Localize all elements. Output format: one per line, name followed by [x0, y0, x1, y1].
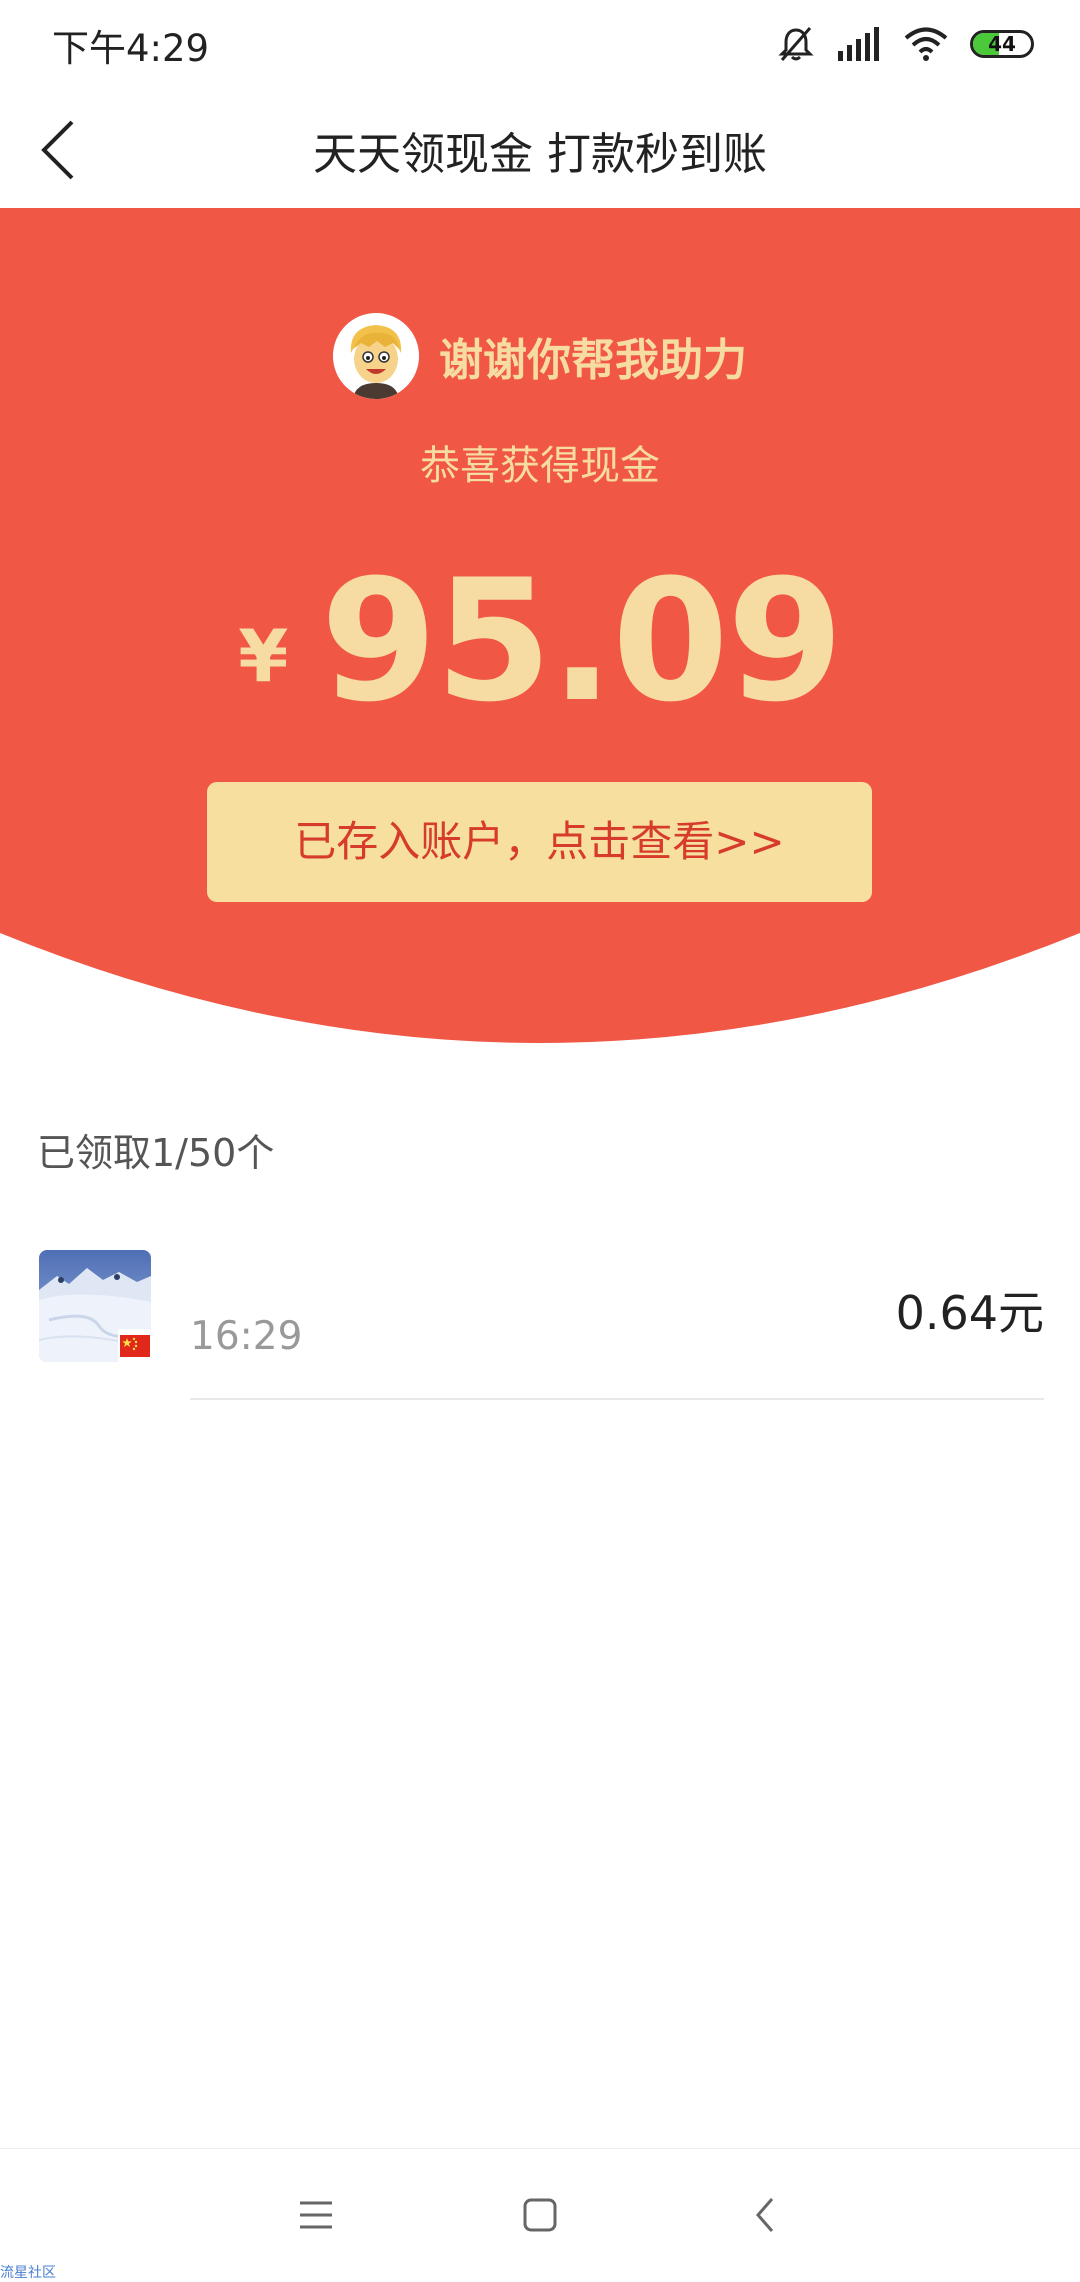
status-icons: 44	[776, 22, 1034, 66]
battery-icon: 44	[970, 30, 1034, 58]
page-title: 天天领现金 打款秒到账	[313, 129, 767, 180]
divider	[190, 1398, 1044, 1400]
avatar	[333, 313, 419, 399]
status-bar: 下午4:29 44	[0, 0, 1080, 90]
helper-text: 谢谢你帮我助力	[439, 335, 747, 386]
signal-icon	[838, 27, 879, 61]
china-flag-icon	[118, 1329, 152, 1363]
helper-row: 谢谢你帮我助力	[0, 313, 1080, 399]
back-icon[interactable]	[736, 2185, 796, 2245]
watermark: 流星社区	[0, 2265, 56, 2281]
congrats-subtitle: 恭喜获得现金	[420, 443, 660, 489]
header: 天天领现金 打款秒到账	[0, 90, 1080, 208]
claimed-count: 已领取1/50个	[37, 1131, 275, 1175]
record-time: 16:29	[190, 1314, 303, 1359]
system-nav-bar	[0, 2148, 1080, 2281]
currency-symbol: ¥	[238, 614, 289, 698]
status-time: 下午4:29	[52, 27, 210, 70]
home-icon[interactable]	[510, 2185, 570, 2245]
list-item: 16:29 0.64元	[0, 1240, 1080, 1400]
cash-amount-row: ¥95.09	[0, 543, 1080, 739]
wifi-icon	[904, 27, 948, 61]
cash-amount: 95.09	[320, 543, 843, 739]
cash-banner: 谢谢你帮我助力 恭喜获得现金 ¥95.09 已存入账户，点击查看>>	[0, 208, 1080, 1048]
view-account-button[interactable]: 已存入账户，点击查看>>	[207, 782, 872, 902]
mute-icon	[778, 27, 814, 61]
record-amount: 0.64元	[895, 1286, 1044, 1340]
menu-icon[interactable]	[286, 2185, 346, 2245]
battery-level: 44	[988, 32, 1016, 56]
